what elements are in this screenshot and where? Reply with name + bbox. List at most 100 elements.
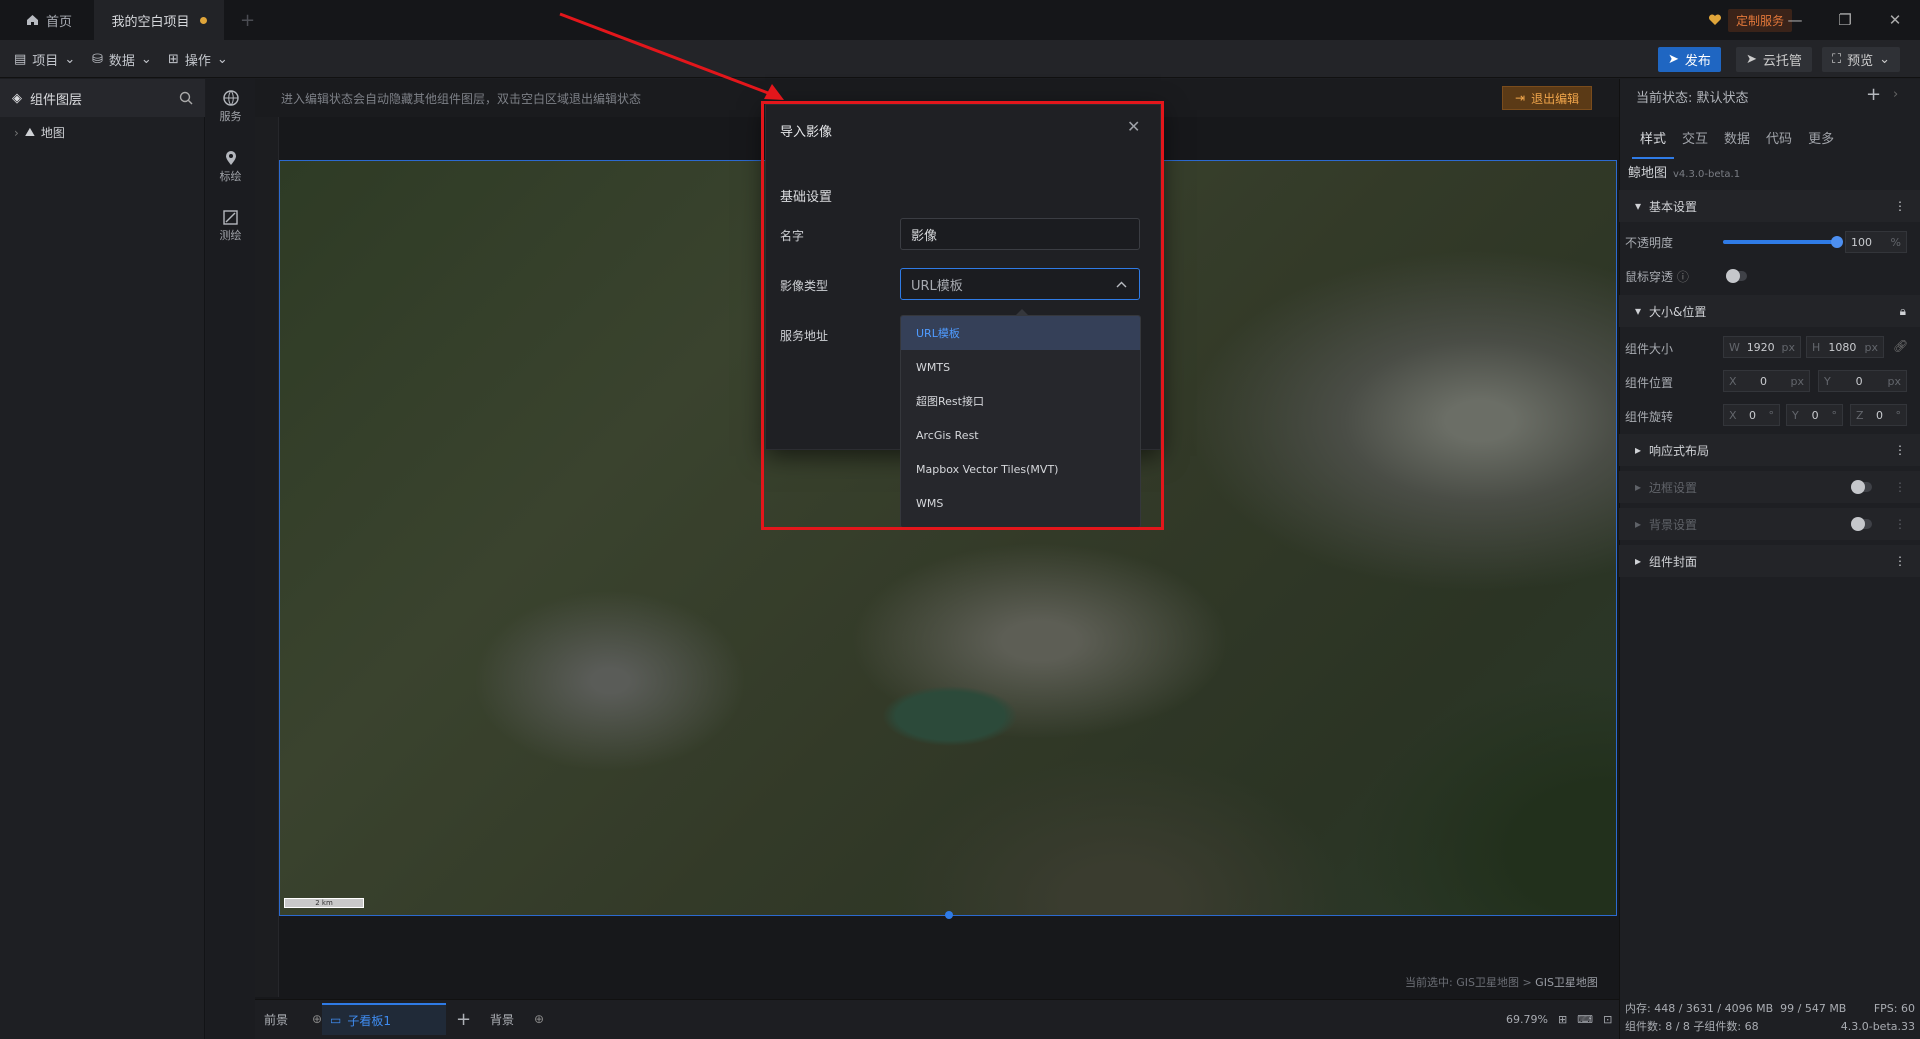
monitor-icon: ▭ xyxy=(330,1013,342,1027)
add-circle-icon[interactable]: ⊕ xyxy=(312,1012,322,1026)
send-icon: ➤ xyxy=(1746,52,1757,67)
menu-data[interactable]: ⛁ 数据 ⌄ xyxy=(92,40,152,78)
name-label: 名字 xyxy=(780,229,805,243)
more-vertical-icon[interactable]: ⋮ xyxy=(1894,443,1906,457)
chevron-right-icon[interactable]: › xyxy=(14,126,19,140)
property-tabs: 样式 交互 数据 代码 更多 xyxy=(1632,124,1842,159)
option-wmts[interactable]: WMTS xyxy=(901,350,1140,384)
mouse-through-toggle[interactable] xyxy=(1726,269,1747,283)
preview-label: 预览 xyxy=(1847,54,1874,69)
tab-more[interactable]: 更多 xyxy=(1800,124,1842,159)
section-responsive[interactable]: ▸ 响应式布局 ⋮ xyxy=(1619,434,1920,466)
rot-x-input[interactable]: X 0 ° xyxy=(1723,404,1780,426)
fit-screen-icon[interactable]: ⊞ xyxy=(1558,1013,1567,1026)
btab-foreground[interactable]: 前景 ⊕ xyxy=(264,1003,322,1035)
name-input[interactable]: 影像 xyxy=(900,218,1140,250)
width-value: 1920 xyxy=(1746,340,1775,354)
more-vertical-icon[interactable]: ⋮ xyxy=(1894,517,1906,531)
link-icon[interactable]: 🔗︎ xyxy=(1893,339,1908,353)
background-toggle[interactable] xyxy=(1851,517,1872,531)
restore-icon[interactable]: ❐ xyxy=(1822,0,1868,40)
keyboard-icon[interactable]: ⌨ xyxy=(1577,1013,1593,1026)
opacity-slider[interactable] xyxy=(1723,236,1843,248)
publish-button[interactable]: ➤ 发布 xyxy=(1658,47,1721,72)
width-input[interactable]: W 1920 px xyxy=(1723,336,1801,358)
size-label: 组件大小 xyxy=(1625,342,1674,356)
close-icon[interactable]: ✕ xyxy=(1127,117,1140,136)
add-state-icon[interactable]: + xyxy=(1866,84,1881,105)
border-toggle[interactable] xyxy=(1851,480,1872,494)
btab-background-label: 背景 xyxy=(490,1012,515,1027)
section-background[interactable]: ▸ 背景设置 ⋮ xyxy=(1619,508,1920,540)
section-basic[interactable]: ▾ 基本设置 ⋮ xyxy=(1619,190,1920,222)
chevron-right-icon[interactable]: › xyxy=(1893,87,1898,102)
side-tool-service[interactable]: 服务 xyxy=(206,90,255,124)
globe-icon xyxy=(222,90,239,106)
exit-edit-label: 退出编辑 xyxy=(1531,91,1580,106)
y-value: 0 xyxy=(1855,374,1863,388)
section-border[interactable]: ▸ 边框设置 ⋮ xyxy=(1619,471,1920,503)
section-background-label: 背景设置 xyxy=(1649,517,1698,532)
rot-y-input[interactable]: Y 0 ° xyxy=(1786,404,1843,426)
close-window-icon[interactable]: ✕ xyxy=(1872,0,1918,40)
section-responsive-label: 响应式布局 xyxy=(1649,443,1710,458)
width-prefix: W xyxy=(1729,340,1740,354)
pin-icon xyxy=(225,150,237,166)
resize-handle[interactable] xyxy=(945,911,953,919)
x-prefix: X xyxy=(1729,374,1737,388)
option-arcgis-rest[interactable]: ArcGis Rest xyxy=(901,418,1140,452)
tab-data[interactable]: 数据 xyxy=(1716,124,1758,159)
search-icon[interactable] xyxy=(179,91,193,105)
more-vertical-icon[interactable]: ⋮ xyxy=(1894,480,1906,494)
zoom-level[interactable]: 69.79% xyxy=(1506,1013,1548,1026)
menu-ops[interactable]: ⊞ 操作 ⌄ xyxy=(168,40,228,78)
tab-code[interactable]: 代码 xyxy=(1758,124,1800,159)
section-cover-label: 组件封面 xyxy=(1649,554,1698,569)
exit-edit-button[interactable]: ⇥ 退出编辑 xyxy=(1502,86,1593,110)
section-cover[interactable]: ▸ 组件封面 ⋮ xyxy=(1619,545,1920,577)
option-wms[interactable]: WMS xyxy=(901,486,1140,520)
tab-home[interactable]: 首页 xyxy=(0,0,94,40)
tab-style[interactable]: 样式 xyxy=(1632,124,1675,159)
add-circle-icon[interactable]: ⊕ xyxy=(534,1012,544,1026)
menu-project[interactable]: ▤ 项目 ⌄ xyxy=(14,40,75,78)
lock-icon[interactable]: 🔒︎ xyxy=(1900,304,1906,319)
opacity-input[interactable]: 100% xyxy=(1845,231,1907,253)
btab-child-board[interactable]: ▭ 子看板1 xyxy=(322,1003,446,1035)
cloud-host-button[interactable]: ➤ 云托管 xyxy=(1736,47,1812,72)
rot-z-input[interactable]: Z 0 ° xyxy=(1850,404,1907,426)
x-value: 0 xyxy=(1760,374,1768,388)
more-vertical-icon[interactable]: ⋮ xyxy=(1894,554,1906,568)
x-input[interactable]: X 0 px xyxy=(1723,370,1810,392)
more-vertical-icon[interactable]: ⋮ xyxy=(1894,199,1906,213)
btab-background[interactable]: 背景 ⊕ xyxy=(490,1003,544,1035)
chevron-up-icon xyxy=(1116,281,1127,288)
menu-ops-label: 操作 xyxy=(184,53,211,69)
help-icon[interactable]: ⓘ xyxy=(1677,270,1689,284)
opacity-slider-thumb[interactable] xyxy=(1831,236,1843,248)
option-supermap-rest[interactable]: 超图Rest接口 xyxy=(901,384,1140,418)
current-state[interactable]: 当前状态: 默认状态 xyxy=(1636,87,1749,106)
caret-right-icon: ▸ xyxy=(1635,480,1642,494)
unit-px: px xyxy=(1887,374,1901,388)
option-url-template[interactable]: URL模板 xyxy=(901,316,1140,350)
imagery-type-select[interactable]: URL模板 xyxy=(900,268,1140,300)
minimize-icon[interactable]: — xyxy=(1772,0,1818,40)
side-tool-measure[interactable]: 测绘 xyxy=(206,210,255,243)
opacity-label: 不透明度 xyxy=(1625,236,1674,250)
option-mapbox-mvt[interactable]: Mapbox Vector Tiles(MVT) xyxy=(901,452,1140,486)
height-input[interactable]: H 1080 px xyxy=(1806,336,1884,358)
tab-project[interactable]: 我的空白项目 xyxy=(94,0,224,40)
y-input[interactable]: Y 0 px xyxy=(1818,370,1907,392)
add-tab-icon[interactable]: + xyxy=(240,0,255,40)
side-tool-plot[interactable]: 标绘 xyxy=(206,150,255,184)
section-size-position[interactable]: ▾ 大小&位置 🔒︎ xyxy=(1619,295,1920,327)
add-board-icon[interactable]: + xyxy=(456,1003,471,1035)
tab-interaction[interactable]: 交互 xyxy=(1674,124,1716,159)
preview-button[interactable]: ⛶ 预览 ⌄ xyxy=(1822,47,1901,72)
caret-down-icon: ▾ xyxy=(1635,304,1642,318)
terminal-icon[interactable]: ⊡ xyxy=(1603,1013,1612,1026)
selection-path-current: GIS卫星地图 xyxy=(1535,976,1598,989)
rot-y-value: 0 xyxy=(1811,408,1819,422)
layer-item-map[interactable]: › ⛰ 地图 xyxy=(14,124,65,141)
